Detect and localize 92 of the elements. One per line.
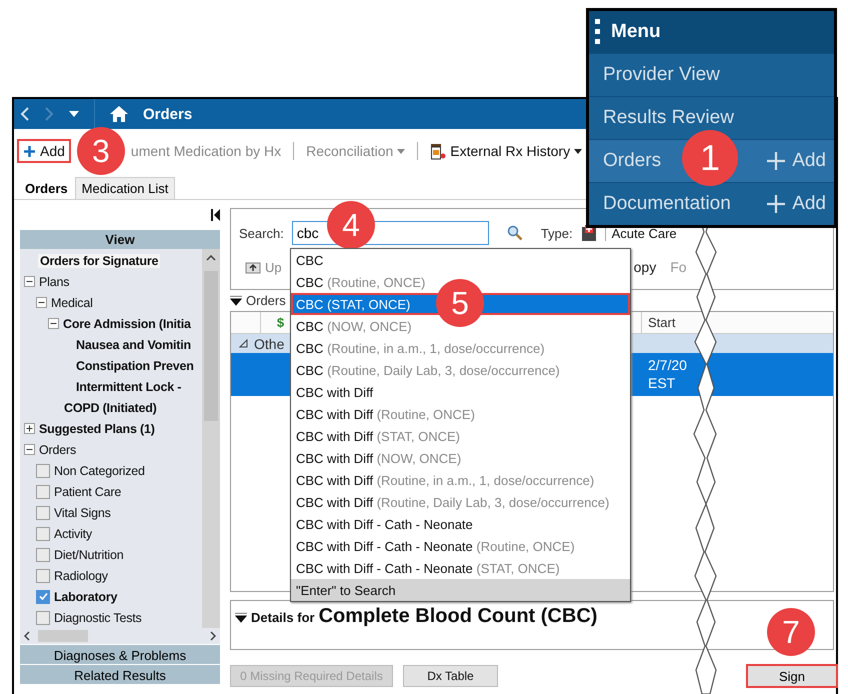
toolbar-action[interactable]: opy — [634, 259, 656, 275]
upload-icon — [245, 260, 261, 274]
checkbox[interactable] — [36, 568, 50, 582]
column-header: Start — [647, 314, 676, 332]
tab[interactable]: Medication List — [74, 177, 176, 199]
suggestion-item[interactable]: CBC (Routine, Daily Lab, 3, dose/occurrence) — [291, 359, 630, 381]
tree-item[interactable]: Laboratory — [52, 590, 120, 604]
scrollbar[interactable] — [202, 249, 220, 628]
search-label: Search: — [239, 226, 284, 240]
suggestion-item[interactable]: CBC with Diff (Routine, Daily Lab, 3, dose/occurrence) — [291, 491, 630, 513]
toolbar-action[interactable]: Up — [265, 260, 282, 274]
menu-item[interactable]: Documentation Add — [589, 182, 834, 225]
tree-item[interactable]: Core Admission (Initia — [61, 316, 193, 330]
collapse-icon[interactable] — [230, 296, 242, 306]
expand-icon[interactable] — [24, 423, 35, 434]
menu-item[interactable]: Provider View — [589, 53, 834, 96]
caret-icon[interactable] — [68, 110, 80, 118]
plus-icon — [766, 151, 786, 171]
add-button[interactable]: Add — [760, 192, 832, 216]
suggestion-item[interactable]: CBC with Diff - Cath - Neonate (Routine, ONCE) — [291, 535, 630, 557]
collapse-icon[interactable] — [239, 339, 248, 348]
suggestion-item[interactable]: CBC (Routine, in a.m., 1, dose/occurrence) — [291, 337, 630, 359]
collapse-icon[interactable] — [36, 297, 47, 308]
tree-item[interactable]: Activity — [52, 526, 94, 540]
kebab-menu-icon[interactable] — [595, 19, 601, 45]
tree-item[interactable]: Nausea and Vomitin — [74, 338, 193, 352]
tree-item[interactable]: Plans — [37, 274, 72, 288]
footer-button[interactable]: Dx Table — [403, 665, 498, 687]
tree-item[interactable]: Radiology — [52, 568, 110, 582]
home-icon[interactable] — [109, 105, 129, 123]
collapse-icon[interactable] — [24, 444, 35, 455]
step-number-badge: 7 — [767, 608, 815, 656]
tree-item[interactable]: Suggested Plans (1) — [37, 422, 157, 436]
suggestion-item[interactable]: CBC with Diff - Cath - Neonate — [291, 513, 630, 535]
tree-item[interactable]: Vital Signs — [52, 506, 113, 520]
checkbox[interactable] — [36, 506, 50, 520]
checkbox[interactable] — [36, 484, 50, 498]
checkmark-icon — [38, 592, 48, 601]
type-label: Type: — [540, 226, 573, 240]
group-label: Othe — [254, 336, 284, 352]
tree-item[interactable]: Diet/Nutrition — [52, 548, 126, 562]
checkbox[interactable] — [36, 590, 50, 604]
add-button[interactable]: Add — [760, 149, 832, 173]
suggestion-item[interactable]: CBC with Diff — [291, 381, 630, 403]
collapse-icon[interactable] — [24, 276, 35, 287]
pill-bottle-icon — [430, 142, 446, 160]
tree-item[interactable]: Orders for Signature — [38, 254, 160, 268]
window-title: Orders — [143, 106, 192, 122]
caret-icon — [574, 148, 582, 154]
section-header[interactable]: Diagnoses & Problems — [20, 645, 220, 664]
collapse-icon[interactable] — [48, 318, 59, 329]
panel-header: View — [20, 230, 220, 249]
suggestion-item[interactable]: CBC with Diff - Cath - Neonate (STAT, ONCE) — [291, 557, 630, 579]
checkbox[interactable] — [36, 548, 50, 562]
checkbox[interactable] — [36, 464, 50, 478]
suggestion-item[interactable]: CBC with Diff (Routine, ONCE) — [291, 403, 630, 425]
tree-item[interactable]: Diagnostic Tests — [52, 610, 144, 624]
step-number-badge: 4 — [327, 201, 375, 249]
search-icon[interactable] — [506, 225, 523, 241]
scroll-left-icon[interactable] — [24, 631, 30, 641]
suggestion-item[interactable]: CBC with Diff (Routine, in a.m., 1, dose/occurrence) — [291, 469, 630, 491]
caret-icon — [397, 148, 406, 154]
checkbox[interactable] — [36, 526, 50, 540]
scrollbar[interactable] — [20, 628, 220, 644]
collapse-icon[interactable] — [235, 613, 247, 623]
scroll-right-icon[interactable] — [210, 631, 216, 641]
sign-button[interactable]: Sign — [746, 664, 838, 688]
details-title: Complete Blood Count (CBC) — [318, 605, 598, 628]
section-title: Orders — [246, 293, 286, 308]
suggestion-item[interactable]: CBC — [291, 249, 630, 271]
tree-item[interactable]: Constipation Preven — [74, 358, 196, 372]
tree-item[interactable]: COPD (Initiated) — [62, 400, 159, 414]
suggestion-item[interactable]: CBC with Diff (STAT, ONCE) — [291, 425, 630, 447]
scroll-up-icon[interactable] — [206, 255, 216, 261]
checkbox[interactable] — [36, 610, 50, 624]
tree-item[interactable]: Orders — [37, 442, 78, 456]
menu-item[interactable]: Results Review — [589, 96, 834, 139]
plus-icon — [766, 194, 786, 214]
hospital-icon — [580, 224, 597, 242]
section-header[interactable]: Related Results — [20, 665, 220, 684]
toolbar-button[interactable]: Add — [17, 139, 71, 163]
tree-item[interactable]: Non Categorized — [52, 464, 147, 478]
details-label: Details for — [251, 610, 315, 625]
tree-item[interactable]: Patient Care — [52, 484, 124, 498]
suggestion-item[interactable]: CBC with Diff (NOW, ONCE) — [291, 447, 630, 469]
tree-item[interactable]: Intermittent Lock - — [74, 380, 184, 394]
collapse-panel-icon[interactable] — [211, 209, 220, 221]
menu-title: Menu — [611, 21, 661, 43]
step-number-badge: 3 — [76, 127, 125, 175]
plus-icon — [23, 144, 36, 158]
tree-item[interactable]: Medical — [49, 296, 95, 310]
search-hint[interactable]: "Enter" to Search — [291, 579, 630, 601]
